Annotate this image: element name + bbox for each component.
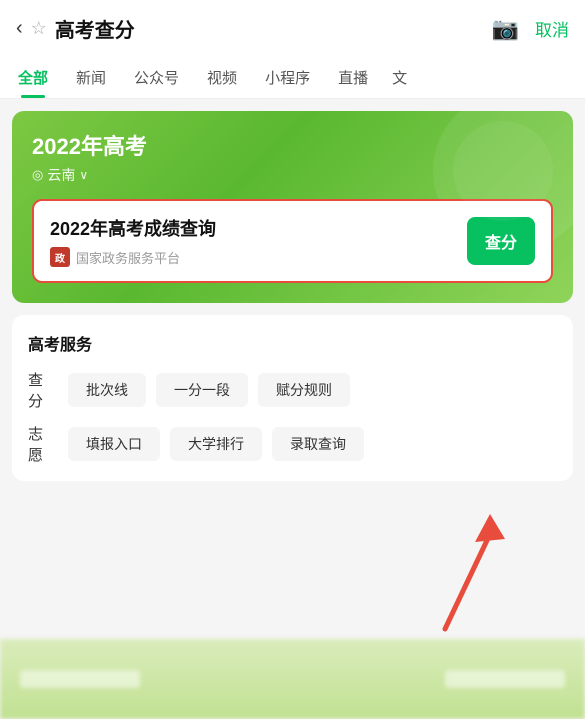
service-row-volunteer: 志愿 填报入口 大学排行 录取查询 <box>28 423 557 465</box>
cancel-button[interactable]: 取消 <box>535 16 569 41</box>
tag-scoring-rules[interactable]: 赋分规则 <box>258 373 350 407</box>
tab-news[interactable]: 新闻 <box>62 57 120 98</box>
tag-fill-entry[interactable]: 填报入口 <box>68 427 160 461</box>
source-logo: 政 <box>50 247 70 267</box>
tab-all[interactable]: 全部 <box>4 57 62 98</box>
back-icon[interactable]: ‹ <box>16 17 23 40</box>
arrow-graphic <box>425 504 515 634</box>
star-icon[interactable]: ☆ <box>31 18 47 39</box>
bottom-blur-item-2 <box>445 670 565 688</box>
card-location[interactable]: ◎ 云南 ∨ <box>32 165 553 185</box>
arrow-container <box>425 504 515 639</box>
location-icon: ◎ <box>32 167 43 183</box>
chevron-down-icon: ∨ <box>79 168 88 182</box>
source-name: 国家政务服务平台 <box>76 248 180 267</box>
service-row-score: 查分 批次线 一分一段 赋分规则 <box>28 369 557 411</box>
bottom-blur <box>0 639 585 719</box>
tab-miniapp[interactable]: 小程序 <box>251 57 324 98</box>
tag-batch-line[interactable]: 批次线 <box>68 373 146 407</box>
services-title: 高考服务 <box>28 331 557 355</box>
tab-official[interactable]: 公众号 <box>120 57 193 98</box>
top-bar-right: 📷 取消 <box>492 16 569 42</box>
tab-live[interactable]: 直播 <box>324 57 382 98</box>
tab-more[interactable]: 文 <box>382 57 417 98</box>
card-title: 2022年高考 <box>32 129 553 161</box>
bottom-blur-item-1 <box>20 670 140 688</box>
result-source: 政 国家政务服务平台 <box>50 247 455 267</box>
result-box-left: 2022年高考成绩查询 政 国家政务服务平台 <box>50 215 455 267</box>
services-grid: 查分 批次线 一分一段 赋分规则 志愿 填报入口 大学排行 录取查询 <box>28 369 557 465</box>
tag-admission-query[interactable]: 录取查询 <box>272 427 364 461</box>
camera-icon[interactable]: 📷 <box>492 16 519 42</box>
result-box: 2022年高考成绩查询 政 国家政务服务平台 查分 <box>32 199 553 283</box>
main-content: 2022年高考 ◎ 云南 ∨ 2022年高考成绩查询 政 国家政务服务平台 查分… <box>0 99 585 493</box>
tag-university-rank[interactable]: 大学排行 <box>170 427 262 461</box>
tab-nav: 全部 新闻 公众号 视频 小程序 直播 文 <box>0 57 585 99</box>
top-bar: ‹ ☆ 高考查分 📷 取消 <box>0 0 585 57</box>
service-tags-volunteer: 填报入口 大学排行 录取查询 <box>68 427 364 461</box>
services-section: 高考服务 查分 批次线 一分一段 赋分规则 志愿 填报入口 大学排行 录取查询 <box>12 315 573 481</box>
service-label-score: 查分 <box>28 369 56 411</box>
service-tags-score: 批次线 一分一段 赋分规则 <box>68 373 350 407</box>
location-text: 云南 <box>47 165 75 185</box>
green-card: 2022年高考 ◎ 云南 ∨ 2022年高考成绩查询 政 国家政务服务平台 查分 <box>12 111 573 303</box>
top-bar-left: ‹ ☆ 高考查分 <box>16 14 135 43</box>
page-title: 高考查分 <box>55 14 135 43</box>
service-label-volunteer: 志愿 <box>28 423 56 465</box>
tab-video[interactable]: 视频 <box>193 57 251 98</box>
query-button[interactable]: 查分 <box>467 217 535 265</box>
result-title: 2022年高考成绩查询 <box>50 215 455 241</box>
tag-one-score[interactable]: 一分一段 <box>156 373 248 407</box>
